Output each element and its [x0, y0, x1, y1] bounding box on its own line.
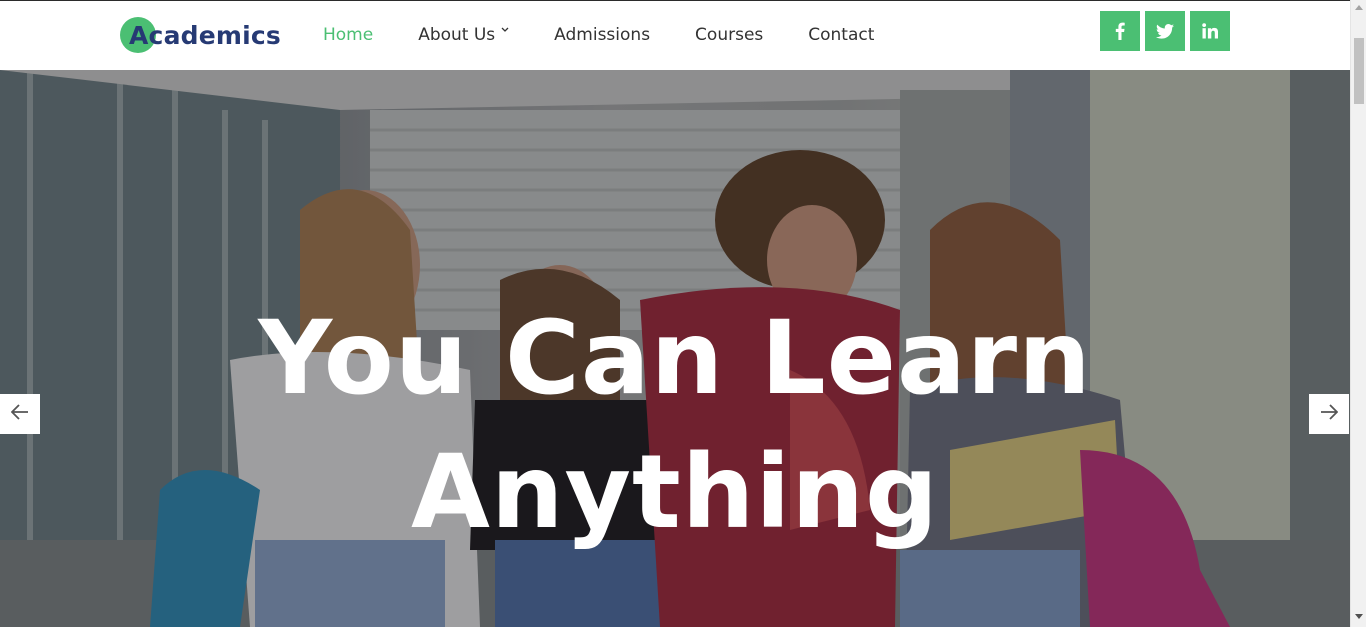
hero-title-line-2: Anything [410, 433, 939, 552]
site-header: Academics Home About Us Admissions Cours… [0, 1, 1350, 70]
logo-text: Academics [129, 21, 282, 50]
nav-item-label: Contact [808, 25, 875, 45]
linkedin-button[interactable] [1190, 11, 1230, 51]
chevron-down-icon [501, 19, 509, 43]
nav-item-about-us[interactable]: About Us [418, 23, 509, 47]
hero-title: You Can Learn Anything [0, 292, 1350, 560]
twitter-icon [1156, 23, 1174, 39]
nav-item-contact[interactable]: Contact [808, 23, 874, 47]
twitter-button[interactable] [1145, 11, 1185, 51]
hero-slider: You Can Learn Anything [0, 70, 1350, 627]
nav-item-label: Home [323, 25, 374, 45]
site-logo[interactable]: Academics [120, 17, 281, 55]
main-nav: Home About Us Admissions Courses Contact [323, 23, 919, 47]
facebook-button[interactable] [1100, 11, 1140, 51]
nav-item-label: Admissions [554, 25, 651, 45]
nav-item-admissions[interactable]: Admissions [554, 23, 650, 47]
hero-title-line-1: You Can Learn [258, 299, 1092, 418]
scroll-down-arrow-icon[interactable] [1355, 614, 1363, 619]
slider-next-button[interactable] [1309, 394, 1349, 434]
page-scrollbar[interactable] [1350, 0, 1366, 627]
linkedin-icon [1202, 23, 1218, 39]
arrow-right-icon [1320, 404, 1339, 424]
slider-prev-button[interactable] [0, 394, 40, 434]
arrow-left-icon [10, 404, 29, 424]
nav-item-home[interactable]: Home [323, 23, 373, 47]
nav-item-label: About Us [418, 25, 496, 45]
nav-item-courses[interactable]: Courses [695, 23, 763, 47]
scroll-thumb[interactable] [1354, 38, 1364, 104]
scroll-up-arrow-icon[interactable] [1355, 5, 1363, 10]
nav-item-label: Courses [695, 25, 764, 45]
social-links [1100, 11, 1235, 51]
facebook-icon [1115, 22, 1125, 40]
